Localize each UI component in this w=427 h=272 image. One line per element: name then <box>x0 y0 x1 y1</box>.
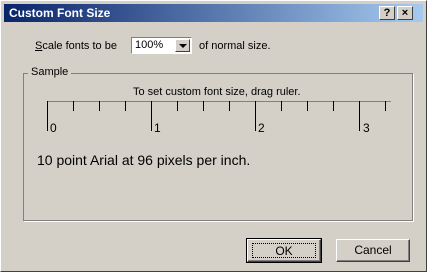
normal-size-label: of normal size. <box>199 40 271 52</box>
custom-font-size-dialog: Custom Font Size ? × Scale fonts to be 1… <box>0 0 427 272</box>
scale-label-text: cale fonts to be <box>42 40 117 52</box>
ruler-tick-minor <box>229 101 230 111</box>
ruler-hint: To set custom font size, drag ruler. <box>133 86 301 98</box>
ruler-number-2: 2 <box>258 121 265 135</box>
ruler-tick-minor <box>177 101 178 111</box>
ruler-tick-minor <box>73 101 74 111</box>
ruler-tick-minor <box>125 101 126 111</box>
close-button[interactable]: × <box>397 6 413 20</box>
ruler-tick-minor <box>99 101 100 111</box>
ruler-tick-major <box>255 101 256 131</box>
ruler-number-1: 1 <box>154 121 161 135</box>
title-bar[interactable]: Custom Font Size ? × <box>4 4 423 22</box>
ruler-tick-minor <box>385 101 386 111</box>
chevron-down-icon <box>179 44 187 48</box>
help-button[interactable]: ? <box>379 6 395 20</box>
scale-fonts-label: Scale fonts to be <box>35 40 117 52</box>
scale-percent-value: 100% <box>135 39 164 51</box>
ruler-tick-minor <box>281 101 282 111</box>
ruler-tick-major <box>359 101 360 131</box>
ok-button-label: OK <box>252 243 316 258</box>
ok-button[interactable]: OK <box>246 238 322 263</box>
dropdown-button[interactable] <box>175 39 190 52</box>
dialog-title: Custom Font Size <box>9 6 111 20</box>
ruler-tick-major <box>151 101 152 131</box>
ruler-tick-major <box>47 101 48 131</box>
ruler-number-0: 0 <box>50 121 57 135</box>
cancel-button[interactable]: Cancel <box>336 239 410 262</box>
ruler-tick-minor <box>333 101 334 111</box>
sample-group-label: Sample <box>28 66 72 78</box>
scale-percent-dropdown[interactable]: 100% <box>131 37 192 54</box>
ruler-tick-minor <box>307 101 308 111</box>
ruler-tick-minor <box>203 101 204 111</box>
sample-font-text: 10 point Arial at 96 pixels per inch. <box>37 152 251 168</box>
ruler-number-3: 3 <box>363 121 370 135</box>
font-size-ruler[interactable]: 0 1 2 3 <box>47 101 391 141</box>
